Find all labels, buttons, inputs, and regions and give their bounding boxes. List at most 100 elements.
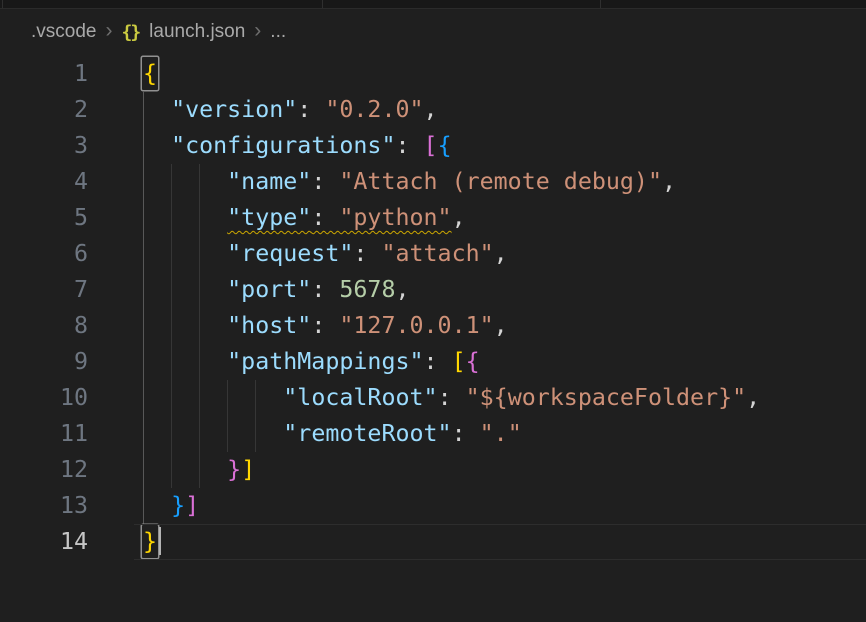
code-token: : xyxy=(311,168,339,195)
indentation xyxy=(143,132,171,159)
code-line-text[interactable]: "name": "Attach (remote debug)", xyxy=(143,164,676,200)
indentation xyxy=(143,312,227,339)
bracket-match: } xyxy=(142,525,158,558)
line-number[interactable]: 1 xyxy=(0,56,88,92)
code-line-text[interactable]: "host": "127.0.0.1", xyxy=(143,308,508,344)
code-token: "Attach (remote debug)" xyxy=(339,168,662,195)
code-token: "python" xyxy=(339,204,451,231)
code-token: "remoteRoot" xyxy=(283,420,451,447)
code-token: "host" xyxy=(227,312,311,339)
line-number[interactable]: 5 xyxy=(0,200,88,236)
code-token: "attach" xyxy=(381,240,493,267)
indentation xyxy=(143,456,227,483)
indentation xyxy=(143,348,227,375)
line-number[interactable]: 12 xyxy=(0,452,88,488)
indentation xyxy=(143,420,283,447)
breadcrumb-chevron-: › xyxy=(254,20,261,41)
breadcrumb-chevron-: › xyxy=(105,20,112,41)
code-token: "." xyxy=(480,420,522,447)
breadcrumb-symbol-...[interactable]: ... xyxy=(270,21,286,43)
code-line-12[interactable]: 12 }] xyxy=(0,452,866,488)
indentation xyxy=(143,168,227,195)
code-token: : xyxy=(438,384,466,411)
tab-bar-edge xyxy=(0,0,866,9)
code-token: , xyxy=(662,168,676,195)
code-line-4[interactable]: 4 "name": "Attach (remote debug)", xyxy=(0,164,866,200)
line-number[interactable]: 9 xyxy=(0,344,88,380)
line-number[interactable]: 6 xyxy=(0,236,88,272)
code-token: : xyxy=(452,420,480,447)
indentation xyxy=(143,384,283,411)
indentation xyxy=(143,492,171,519)
code-token: 5678 xyxy=(339,276,395,303)
code-token: "localRoot" xyxy=(283,384,437,411)
code-line-text[interactable]: "type": "python", xyxy=(143,200,466,236)
line-number[interactable]: 14 xyxy=(0,524,88,560)
code-line-11[interactable]: 11 "remoteRoot": "." xyxy=(0,416,866,452)
code-line-14[interactable]: 14} xyxy=(0,524,866,560)
code-line-1[interactable]: 1{ xyxy=(0,56,866,92)
code-token: "pathMappings" xyxy=(227,348,423,375)
line-number[interactable]: 4 xyxy=(0,164,88,200)
json-braces-icon[interactable]: {} xyxy=(121,22,139,43)
code-line-6[interactable]: 6 "request": "attach", xyxy=(0,236,866,272)
line-number[interactable]: 13 xyxy=(0,488,88,524)
code-token: , xyxy=(494,312,508,339)
code-line-8[interactable]: 8 "host": "127.0.0.1", xyxy=(0,308,866,344)
indentation xyxy=(143,204,227,231)
code-line-7[interactable]: 7 "port": 5678, xyxy=(0,272,866,308)
vscode-editor-pane: .vscode›{}launch.json›... 1{2 "version":… xyxy=(0,0,866,622)
code-token: : xyxy=(395,132,423,159)
code-token: , xyxy=(746,384,760,411)
code-line-3[interactable]: 3 "configurations": [{ xyxy=(0,128,866,164)
code-token: } xyxy=(227,456,241,483)
code-line-text[interactable]: { xyxy=(143,56,157,92)
tab-separator xyxy=(322,0,323,8)
code-token: "127.0.0.1" xyxy=(339,312,493,339)
indentation xyxy=(143,276,227,303)
code-line-text[interactable]: }] xyxy=(143,488,199,524)
code-line-10[interactable]: 10 "localRoot": "${workspaceFolder}", xyxy=(0,380,866,416)
line-number[interactable]: 3 xyxy=(0,128,88,164)
code-token: , xyxy=(494,240,508,267)
code-line-text[interactable]: "pathMappings": [{ xyxy=(143,344,480,380)
code-token: [ xyxy=(424,132,438,159)
code-line-text[interactable]: "configurations": [{ xyxy=(143,128,452,164)
code-line-text[interactable]: "request": "attach", xyxy=(143,236,508,272)
code-token: "0.2.0" xyxy=(325,96,423,123)
line-number[interactable]: 8 xyxy=(0,308,88,344)
code-token: "port" xyxy=(227,276,311,303)
code-line-text[interactable]: }] xyxy=(143,452,255,488)
breadcrumb: .vscode › {} launch.json ›... xyxy=(0,9,866,55)
code-token: : xyxy=(297,96,325,123)
code-token: , xyxy=(452,204,466,231)
code-line-text[interactable]: "remoteRoot": "." xyxy=(143,416,522,452)
line-number[interactable]: 11 xyxy=(0,416,88,452)
breadcrumb-file-launch.json[interactable]: launch.json xyxy=(149,21,245,43)
code-line-text[interactable]: } xyxy=(143,524,161,560)
code-line-text[interactable]: "port": 5678, xyxy=(143,272,410,308)
indentation xyxy=(143,240,227,267)
code-line-text[interactable]: "localRoot": "${workspaceFolder}", xyxy=(143,380,760,416)
code-token: { xyxy=(466,348,480,375)
code-line-9[interactable]: 9 "pathMappings": [{ xyxy=(0,344,866,380)
code-token: , xyxy=(395,276,409,303)
code-line-2[interactable]: 2 "version": "0.2.0", xyxy=(0,92,866,128)
code-token: } xyxy=(171,492,185,519)
line-number[interactable]: 2 xyxy=(0,92,88,128)
editor[interactable]: 1{2 "version": "0.2.0",3 "configurations… xyxy=(0,56,866,622)
code-line-text[interactable]: "version": "0.2.0", xyxy=(143,92,438,128)
code-line-5[interactable]: 5 "type": "python", xyxy=(0,200,866,236)
breadcrumb-folder-.vscode[interactable]: .vscode xyxy=(31,21,96,43)
code-line-13[interactable]: 13 }] xyxy=(0,488,866,524)
line-number[interactable]: 10 xyxy=(0,380,88,416)
code-token: : xyxy=(424,348,452,375)
line-number[interactable]: 7 xyxy=(0,272,88,308)
code-token: "request" xyxy=(227,240,353,267)
code-token: "name" xyxy=(227,168,311,195)
indentation xyxy=(143,96,171,123)
code-token: ] xyxy=(185,492,199,519)
code-token: [ xyxy=(452,348,466,375)
code-token: : xyxy=(311,276,339,303)
bracket-match: { xyxy=(142,57,158,90)
